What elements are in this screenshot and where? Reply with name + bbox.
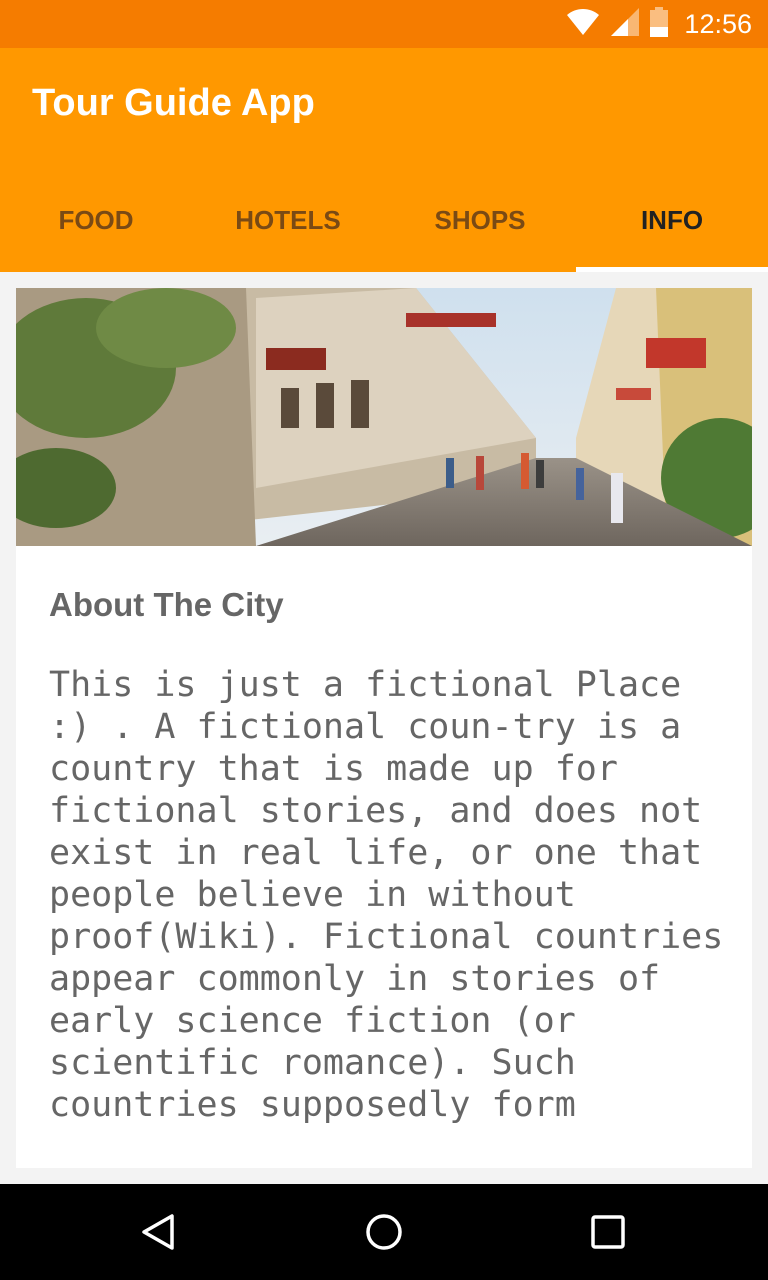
screen: 12:56 Tour Guide App FOOD HOTELS SHOPS I… (0, 0, 768, 1280)
home-button[interactable] (360, 1208, 408, 1256)
app-title: Tour Guide App (32, 82, 315, 124)
recents-button[interactable] (584, 1208, 632, 1256)
status-bar: 12:56 (0, 0, 768, 48)
tab-hotels[interactable]: HOTELS (192, 168, 384, 272)
cellular-signal-icon (610, 7, 640, 42)
info-content[interactable]: About The City This is just a fictional … (16, 288, 752, 1168)
navigation-bar (0, 1184, 768, 1280)
back-icon (142, 1214, 174, 1250)
app-bar: Tour Guide App FOOD HOTELS SHOPS INFO (0, 48, 768, 272)
wifi-icon (566, 8, 600, 41)
tab-food[interactable]: FOOD (0, 168, 192, 272)
tab-shops[interactable]: SHOPS (384, 168, 576, 272)
about-text: This is just a fictional Place :) . A fi… (49, 665, 724, 1125)
back-button[interactable] (136, 1208, 184, 1256)
tab-bar: FOOD HOTELS SHOPS INFO (0, 168, 768, 272)
battery-icon (650, 6, 669, 42)
street-photo (16, 288, 752, 546)
status-icons: 12:56 (566, 0, 752, 48)
recents-icon (591, 1215, 625, 1249)
home-icon (366, 1214, 402, 1250)
status-time: 12:56 (684, 8, 752, 39)
tab-info[interactable]: INFO (576, 168, 768, 272)
section-title: About The City (49, 586, 284, 623)
